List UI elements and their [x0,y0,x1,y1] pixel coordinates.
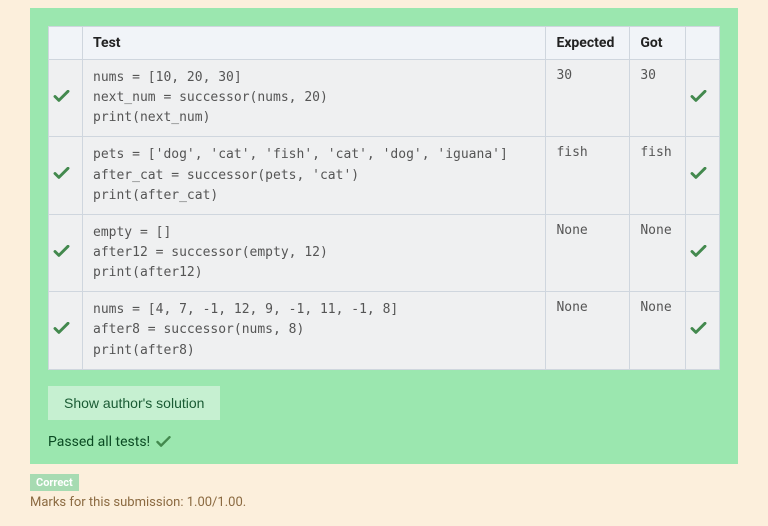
test-code: nums = [4, 7, -1, 12, 9, -1, 11, -1, 8] … [83,292,546,369]
col-expected: Expected [546,27,630,60]
correct-badge: Correct [30,474,79,491]
row-result [686,137,720,214]
col-test: Test [83,27,546,60]
check-icon [156,436,171,448]
row-result [686,60,720,137]
table-row: nums = [10, 20, 30] next_num = successor… [49,60,720,137]
table-row: nums = [4, 7, -1, 12, 9, -1, 11, -1, 8] … [49,292,720,369]
check-icon [53,245,70,258]
show-author-solution-button[interactable]: Show author's solution [48,386,220,420]
got-value: fish [630,137,686,214]
check-icon [690,90,707,103]
expected-value: 30 [546,60,630,137]
results-body: nums = [10, 20, 30] next_num = successor… [49,60,720,370]
got-value: 30 [630,60,686,137]
marks-line: Marks for this submission: 1.00/1.00. [30,495,738,510]
question-container: Test Expected Got nums = [10, 20, 30] ne… [0,0,768,526]
table-row: empty = [] after12 = successor(empty, 12… [49,214,720,291]
check-icon [690,167,707,180]
row-status [49,137,83,214]
check-icon [690,245,707,258]
expected-value: None [546,292,630,369]
test-code: pets = ['dog', 'cat', 'fish', 'cat', 'do… [83,137,546,214]
table-row: pets = ['dog', 'cat', 'fish', 'cat', 'do… [49,137,720,214]
row-status [49,292,83,369]
check-icon [53,322,70,335]
row-result [686,292,720,369]
results-table: Test Expected Got nums = [10, 20, 30] ne… [48,26,720,370]
col-status [49,27,83,60]
col-result [686,27,720,60]
check-icon [690,322,707,335]
test-code: empty = [] after12 = successor(empty, 12… [83,214,546,291]
passed-all-text: Passed all tests! [48,434,150,450]
row-status [49,214,83,291]
check-icon [53,90,70,103]
expected-value: None [546,214,630,291]
test-code: nums = [10, 20, 30] next_num = successor… [83,60,546,137]
got-value: None [630,214,686,291]
got-value: None [630,292,686,369]
expected-value: fish [546,137,630,214]
feedback-panel: Test Expected Got nums = [10, 20, 30] ne… [30,8,738,464]
col-got: Got [630,27,686,60]
check-icon [53,167,70,180]
row-status [49,60,83,137]
passed-all-line: Passed all tests! [48,434,720,450]
row-result [686,214,720,291]
